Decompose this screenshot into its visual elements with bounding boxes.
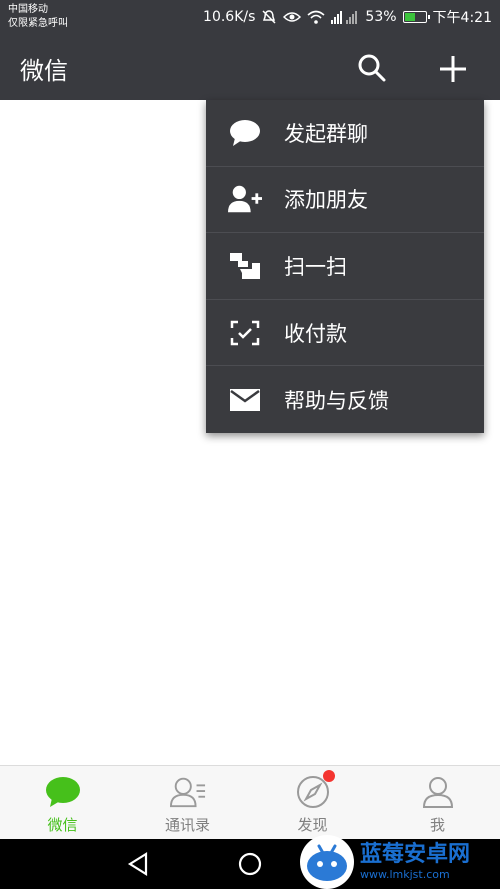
signal-icon (331, 11, 358, 24)
tab-label: 我 (429, 816, 445, 834)
tab-label: 发现 (297, 816, 328, 834)
menu-item-label: 添加朋友 (284, 188, 368, 213)
tab-contacts[interactable]: 通讯录 (125, 766, 250, 839)
menu-item-label: 扫一扫 (284, 254, 347, 279)
menu-item-group-chat[interactable]: 发起群聊 (206, 100, 484, 167)
home-icon[interactable] (238, 852, 262, 876)
eye-icon (283, 12, 302, 22)
contacts-icon (169, 774, 206, 810)
notification-dot (322, 770, 335, 782)
watermark-url: www.lmkjst.com (360, 867, 450, 881)
battery-icon (402, 11, 430, 23)
mute-icon (262, 10, 276, 24)
network-speed: 10.6K/s (203, 9, 256, 25)
carrier-info: 中国移动 仅限紧急呼叫 (8, 3, 68, 31)
status-bar: 中国移动 仅限紧急呼叫 10.6K/s 53% 下午4:21 (0, 0, 500, 36)
person-icon (420, 774, 456, 810)
clock: 下午4:21 (432, 10, 492, 26)
plus-icon[interactable] (436, 52, 470, 86)
add-friend-icon (228, 182, 262, 216)
menu-item-help-feedback[interactable]: 帮助与反馈 (206, 366, 484, 433)
carrier-name: 中国移动 (8, 4, 48, 15)
blueberry-logo-icon (300, 834, 354, 889)
menu-item-payment[interactable]: 收付款 (206, 300, 484, 367)
menu-item-scan[interactable]: 扫一扫 (206, 233, 484, 300)
chat-icon (45, 774, 81, 810)
app-header: 微信 (0, 36, 500, 100)
menu-item-label: 发起群聊 (284, 121, 368, 146)
app-title: 微信 (20, 57, 68, 85)
watermark-text: 蓝莓安卓网 www.lmkjst.com (360, 842, 470, 882)
emergency-only-text: 仅限紧急呼叫 (8, 18, 68, 29)
compass-icon (295, 770, 335, 810)
chat-bubble-icon (228, 116, 262, 150)
wifi-icon (307, 10, 325, 24)
search-icon[interactable] (356, 52, 388, 84)
menu-item-add-friend[interactable]: 添加朋友 (206, 167, 484, 234)
tab-label: 通讯录 (164, 816, 210, 834)
menu-item-label: 帮助与反馈 (284, 388, 389, 413)
tab-me[interactable]: 我 (375, 766, 500, 839)
payment-icon (228, 316, 262, 350)
tab-label: 微信 (47, 816, 78, 834)
site-watermark: 蓝莓安卓网 www.lmkjst.com (300, 834, 500, 889)
status-icons: 10.6K/s 53% 下午4:21 (203, 7, 492, 27)
scan-icon (228, 249, 262, 283)
mail-icon (228, 383, 262, 417)
plus-dropdown-menu: 发起群聊 添加朋友 扫一扫 收付款 帮助与反馈 (206, 100, 484, 433)
tab-discover[interactable]: 发现 (250, 766, 375, 839)
battery-percent: 53% (365, 9, 397, 25)
tab-chats[interactable]: 微信 (0, 766, 125, 839)
menu-item-label: 收付款 (284, 321, 347, 346)
watermark-title: 蓝莓安卓网 (360, 841, 471, 867)
back-icon[interactable] (126, 852, 152, 876)
bottom-tab-bar: 微信 通讯录 发现 我 (0, 765, 500, 839)
